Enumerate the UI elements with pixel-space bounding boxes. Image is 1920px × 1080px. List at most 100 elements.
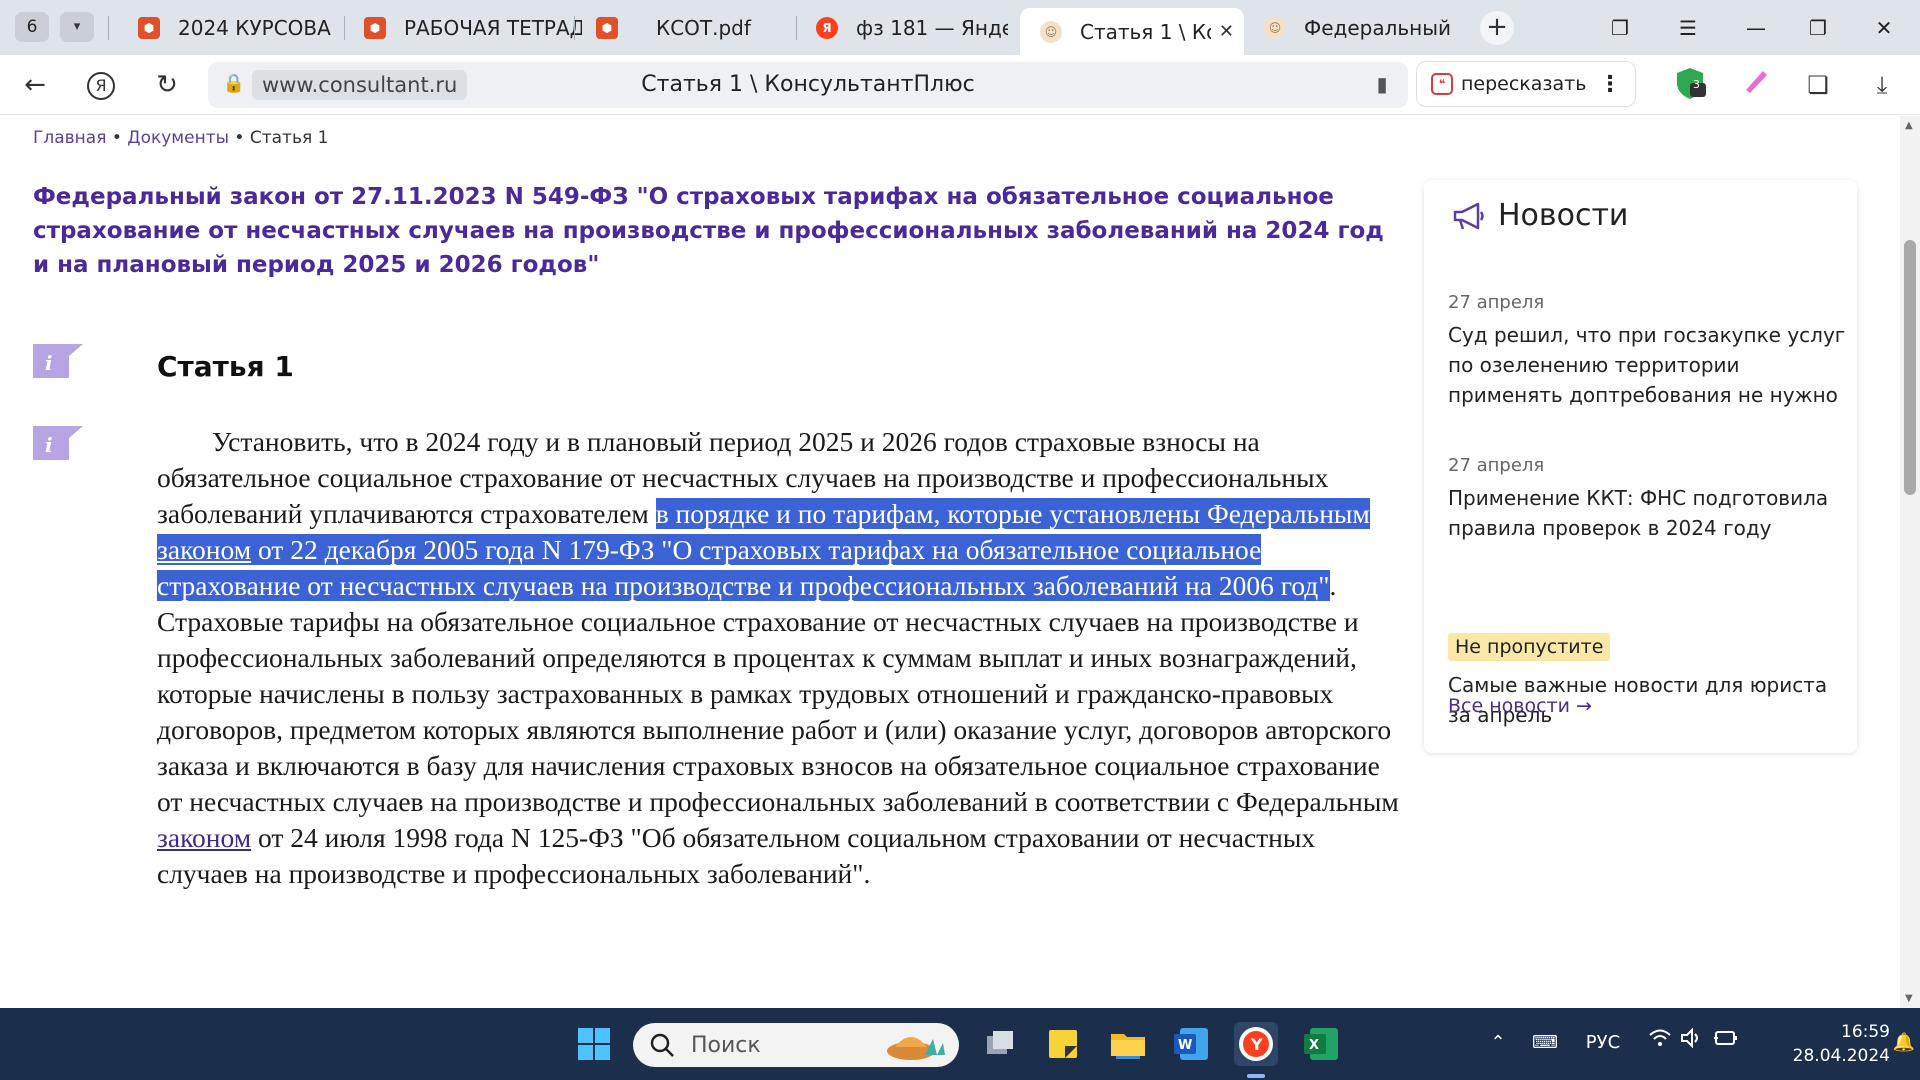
svg-text:W: W	[1178, 1038, 1192, 1053]
sticky-notes-icon	[1049, 1030, 1077, 1058]
article-text-part2: . Страховые тарифы на обязательное социа…	[157, 570, 1399, 817]
pdf-icon: ⬢	[364, 17, 386, 39]
show-hidden-icons-button[interactable]: ⌃	[1486, 1028, 1510, 1058]
news-panel: Новости 27 апреля Суд решил, что при гос…	[1424, 180, 1857, 753]
retell-button[interactable]: ❝ пересказать ⋮	[1416, 61, 1636, 107]
tab-federalny-zakon[interactable]: ☺ Федеральный зак	[1244, 8, 1466, 48]
maximize-button[interactable]: ❐	[1798, 12, 1838, 44]
news-item-link[interactable]: Суд решил, что при госзакупке услуг по о…	[1448, 320, 1848, 410]
all-news-link[interactable]: Все новости →	[1448, 695, 1592, 717]
breadcrumb-home-link[interactable]: Главная	[33, 128, 106, 148]
tab-groups-button[interactable]: ❐	[1600, 12, 1640, 44]
more-vertical-icon[interactable]: ⋮	[1599, 72, 1621, 97]
extension-shield-button[interactable]: 3	[1670, 65, 1710, 105]
document-title: Федеральный закон от 27.11.2023 N 549-ФЗ…	[33, 184, 1384, 278]
news-heading: Новости	[1498, 198, 1629, 233]
page-scrollbar[interactable]: ▲ ▼	[1900, 116, 1920, 1008]
restore-icon: ❐	[1809, 16, 1827, 40]
tab-count-button[interactable]: 6	[15, 12, 49, 42]
browser-menu-button[interactable]: ☰	[1668, 12, 1708, 44]
taskbar-clock[interactable]: 16:59 28.04.2024	[1760, 1020, 1890, 1068]
chevron-up-icon: ⌃	[1490, 1032, 1506, 1053]
law-179-fz-link[interactable]: законом	[157, 534, 251, 565]
law-125-fz-link[interactable]: законом	[157, 822, 251, 853]
yandex-browser-icon: Y	[1239, 1027, 1273, 1061]
close-tab-icon[interactable]: ✕	[1219, 21, 1234, 42]
close-icon: ✕	[1875, 16, 1893, 40]
pdf-icon: ⬢	[138, 17, 160, 39]
tab-statya-1-active[interactable]: ☺ Статья 1 \ Конс ✕	[1020, 8, 1244, 55]
collections-button[interactable]: ❏	[1798, 65, 1838, 105]
tab-ksot-pdf[interactable]: ⬢ КСОТ.pdf	[576, 8, 786, 48]
news-item-link[interactable]: Применение ККТ: ФНС подготовила правила …	[1448, 483, 1848, 543]
downloads-button[interactable]: ⤓	[1862, 65, 1902, 105]
megaphone-icon	[1453, 202, 1484, 229]
reload-button[interactable]: ↻	[150, 68, 184, 102]
wifi-icon[interactable]	[1646, 1028, 1674, 1058]
minimize-button[interactable]: —	[1736, 12, 1776, 44]
windows-taskbar: Поиск W Y X ⌃ ⌨ РУС 16:59 28.04.2024 🔔	[0, 1008, 1920, 1080]
dont-miss-badge: Не пропустите	[1448, 633, 1611, 661]
task-view-icon	[987, 1031, 1013, 1054]
task-view-button[interactable]	[977, 1022, 1021, 1066]
start-button[interactable]	[572, 1022, 616, 1066]
retell-label: пересказать	[1461, 73, 1587, 95]
volume-icon[interactable]	[1678, 1027, 1706, 1058]
tab-yandex-search[interactable]: Я фз 181 — Яндекс	[796, 8, 1018, 48]
search-icon	[650, 1033, 674, 1057]
arrow-left-icon: ←	[24, 70, 46, 100]
taskbar-search-box[interactable]: Поиск	[633, 1023, 959, 1067]
back-button[interactable]: ←	[18, 68, 52, 102]
tab-rabochaya-tetrad[interactable]: ⬢ РАБОЧАЯ ТЕТРАДЬ	[344, 8, 592, 48]
breadcrumb-current: Статья 1	[249, 128, 329, 148]
address-toolbar: ← Я ↻ 🔒 www.consultant.ru Статья 1 \ Кон…	[0, 55, 1920, 115]
info-note-icon[interactable]: i	[33, 426, 85, 460]
tab-kursovaya[interactable]: ⬢ 2024 КУРСОВАЯ	[118, 8, 342, 48]
yandex-icon: Я	[816, 17, 838, 39]
new-tab-button[interactable]: +	[1480, 11, 1514, 45]
search-highlight-image-icon	[887, 1037, 945, 1060]
excel-icon: X	[1304, 1028, 1338, 1060]
close-window-button[interactable]: ✕	[1864, 12, 1904, 44]
copy-icon: ❐	[1611, 16, 1629, 40]
active-app-indicator	[1247, 1074, 1265, 1078]
clock-date: 28.04.2024	[1792, 1046, 1890, 1066]
keyboard-icon: ⌨	[1532, 1032, 1558, 1053]
tab-separator	[574, 16, 575, 40]
browser-tab-bar: 6 ▾ ⬢ 2024 КУРСОВАЯ ⬢ РАБОЧАЯ ТЕТРАДЬ ⬢ …	[0, 0, 1920, 55]
scrollbar-thumb[interactable]	[1904, 240, 1916, 495]
svg-text:i: i	[45, 433, 53, 457]
touch-keyboard-button[interactable]: ⌨	[1530, 1028, 1560, 1058]
url-field[interactable]: 🔒 www.consultant.ru Статья 1 \ Консульта…	[208, 62, 1408, 108]
bookmark-icon[interactable]: ▮	[1372, 72, 1392, 98]
sticky-notes-button[interactable]	[1041, 1022, 1085, 1066]
notifications-button[interactable]: 🔔	[1892, 1028, 1916, 1058]
news-date: 27 апреля	[1448, 455, 1545, 476]
word-button[interactable]: W	[1170, 1022, 1214, 1066]
pdf-icon: ⬢	[596, 17, 618, 39]
yandex-browser-button[interactable]: Y	[1234, 1022, 1278, 1066]
yandex-home-button[interactable]: Я	[84, 68, 118, 102]
scroll-up-arrow-icon[interactable]: ▲	[1905, 120, 1913, 131]
tab-separator	[108, 16, 109, 40]
tab-list-dropdown[interactable]: ▾	[60, 12, 94, 42]
chevron-down-icon: ▾	[73, 19, 81, 34]
article-body: Установить, что в 2024 году и в плановый…	[157, 424, 1402, 892]
input-language-indicator[interactable]: РУС	[1578, 1028, 1628, 1058]
info-note-icon[interactable]: i	[33, 344, 85, 378]
file-explorer-button[interactable]	[1106, 1022, 1150, 1066]
page-content: Главная • Документы • Статья 1 Федеральн…	[0, 116, 1900, 1008]
breadcrumb: Главная • Документы • Статья 1	[33, 128, 328, 148]
breadcrumb-documents-link[interactable]: Документы	[127, 128, 229, 148]
excel-button[interactable]: X	[1300, 1022, 1344, 1066]
scroll-down-arrow-icon[interactable]: ▼	[1905, 993, 1913, 1004]
shield-icon	[1677, 68, 1706, 99]
alice-pen-button[interactable]	[1736, 65, 1776, 105]
article-heading: Статья 1	[157, 350, 294, 383]
svg-text:Y: Y	[1250, 1035, 1263, 1054]
consultant-favicon-icon: ☺	[1040, 20, 1062, 43]
windows-logo-icon	[578, 1028, 610, 1060]
notification-bell-icon: 🔔	[1892, 1032, 1916, 1053]
article-text-part3: от 24 июля 1998 года N 125-ФЗ "Об обязат…	[157, 822, 1316, 889]
battery-icon[interactable]	[1710, 1028, 1740, 1058]
